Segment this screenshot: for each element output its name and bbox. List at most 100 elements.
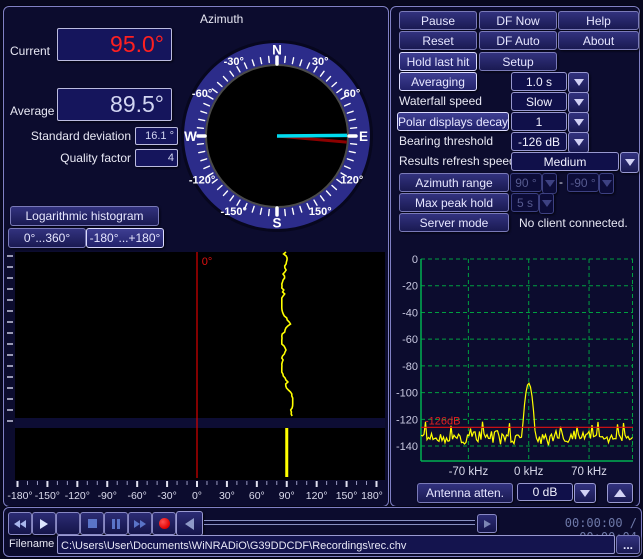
bearing-panel: Current 95.0° Average 89.5° Standard dev… <box>3 6 389 507</box>
chevron-down-icon <box>580 489 590 497</box>
averaging-select[interactable]: 1.0 s <box>511 72 567 91</box>
svg-text:90°: 90° <box>279 490 295 502</box>
range-0-360-button[interactable]: 0°...360° <box>8 228 86 248</box>
svg-text:-120°: -120° <box>65 490 90 502</box>
svg-text:-30°: -30° <box>224 56 244 68</box>
server-mode-button[interactable]: Server mode <box>399 213 509 232</box>
df-auto-button[interactable]: DF Auto <box>479 31 557 50</box>
svg-text:-150°: -150° <box>221 206 247 218</box>
monitor-button[interactable] <box>176 511 203 536</box>
bearing-threshold-label: Bearing threshold <box>399 134 494 148</box>
logarithmic-histogram-button[interactable]: Logarithmic histogram <box>10 206 159 226</box>
svg-text:30°: 30° <box>312 56 329 68</box>
about-button[interactable]: About <box>558 31 639 50</box>
antenna-atten-button[interactable]: Antenna atten. <box>417 483 513 503</box>
svg-text:-40: -40 <box>402 307 418 319</box>
refresh-speed-dropdown-arrow[interactable] <box>620 152 639 173</box>
play-button[interactable] <box>32 512 56 535</box>
azimuth-to-dropdown-arrow[interactable] <box>599 173 614 194</box>
antenna-atten-dropdown-arrow[interactable] <box>574 483 596 503</box>
chevron-down-icon <box>573 119 584 126</box>
svg-text:-20: -20 <box>402 281 418 293</box>
average-bearing-value: 89.5° <box>110 91 164 117</box>
azimuth-from-dropdown-arrow[interactable] <box>542 173 557 194</box>
bearing-threshold-dropdown-arrow[interactable] <box>568 132 589 153</box>
stop-button[interactable] <box>80 512 104 535</box>
max-peak-hold-select[interactable]: 5 s <box>511 193 539 212</box>
svg-text:-140: -140 <box>396 441 418 453</box>
svg-text:150°: 150° <box>309 206 332 218</box>
svg-text:0°: 0° <box>192 490 202 502</box>
svg-text:-120°: -120° <box>189 174 215 186</box>
record-button[interactable] <box>152 512 176 535</box>
df-application-window: Current 95.0° Average 89.5° Standard dev… <box>0 0 643 559</box>
pause-df-button[interactable]: Pause <box>399 11 477 30</box>
waterfall-speed-label: Waterfall speed <box>399 94 482 108</box>
polar-decay-select[interactable]: 1 <box>511 112 567 131</box>
position-slider[interactable] <box>204 520 475 525</box>
std-dev-display: 16.1 ° <box>135 127 178 145</box>
quality-factor-display: 4 <box>135 149 178 167</box>
spectrum-collapse-button[interactable] <box>607 483 633 503</box>
triangle-right-icon <box>483 519 491 528</box>
svg-text:120°: 120° <box>306 490 328 502</box>
filename-field-frame <box>57 535 615 554</box>
quality-factor-value: 4 <box>167 152 174 164</box>
averaging-dropdown-arrow[interactable] <box>568 72 589 93</box>
chevron-down-icon <box>573 139 584 146</box>
waterfall-speed-dropdown-arrow[interactable] <box>568 92 589 113</box>
azimuth-range-to-select[interactable]: -90 ° <box>567 173 599 192</box>
filename-label: Filename <box>9 538 55 550</box>
hold-last-hit-toggle[interactable]: Hold last hit <box>399 52 477 71</box>
refresh-speed-select[interactable]: Medium <box>511 152 619 171</box>
max-peak-hold-button[interactable]: Max peak hold <box>399 193 509 212</box>
svg-text:-100: -100 <box>396 388 418 400</box>
chevron-down-icon <box>624 159 635 166</box>
chevron-down-icon <box>601 180 612 187</box>
antenna-atten-select[interactable]: 0 dB <box>517 483 573 501</box>
compass-dial: N 30° 60° E 120° 150° S -150° -120° W -60° -30° <box>181 40 373 232</box>
reset-button[interactable]: Reset <box>399 31 477 50</box>
fast-forward-button[interactable] <box>128 512 152 535</box>
df-now-button[interactable]: DF Now <box>479 11 557 30</box>
azimuth-title: Azimuth <box>200 12 244 26</box>
polar-decay-toggle[interactable]: Polar displays decay <box>397 112 509 131</box>
play-icon <box>40 518 48 529</box>
slider-end-button[interactable] <box>477 514 497 533</box>
waterfall-speed-select[interactable]: Slow <box>511 92 567 111</box>
current-bearing-display: 95.0° <box>57 28 172 61</box>
spectrum-display: 0 -20 -40 -60 -80 -100 -120 -140 -70 kHz 0 kHz 70 … <box>396 254 633 478</box>
pause-icon <box>112 518 120 529</box>
svg-text:N: N <box>272 43 282 58</box>
svg-text:-150°: -150° <box>35 490 60 502</box>
range-pm180-button[interactable]: -180°...+180° <box>86 228 164 248</box>
azimuth-range-from-select[interactable]: 90 ° <box>510 173 542 192</box>
max-peak-dropdown-arrow[interactable] <box>539 193 554 214</box>
svg-text:E: E <box>359 129 368 144</box>
filename-input[interactable] <box>58 538 612 554</box>
rewind-button[interactable] <box>8 512 32 535</box>
polar-decay-dropdown-arrow[interactable] <box>568 112 589 133</box>
current-label: Current <box>10 44 51 58</box>
unlabeled-button[interactable] <box>56 512 80 535</box>
setup-button[interactable]: Setup <box>479 52 557 71</box>
svg-text:-60°: -60° <box>127 490 146 502</box>
bearing-threshold-select[interactable]: -126 dB <box>511 132 567 151</box>
browse-button[interactable]: ... <box>616 535 640 554</box>
svg-text:W: W <box>184 129 197 144</box>
svg-text:-60°: -60° <box>192 88 212 100</box>
current-bearing-value: 95.0° <box>110 31 164 57</box>
chevron-down-icon <box>573 99 584 106</box>
pause-button[interactable] <box>104 512 128 535</box>
help-button[interactable]: Help <box>558 11 639 30</box>
refresh-speed-label: Results refresh speed <box>399 154 516 168</box>
chevron-down-icon <box>573 79 584 86</box>
azimuth-range-button[interactable]: Azimuth range <box>399 173 509 192</box>
averaging-toggle[interactable]: Averaging <box>399 72 477 91</box>
svg-text:70 kHz: 70 kHz <box>571 466 607 478</box>
control-panel: Pause DF Now Help Reset DF Auto About Ho… <box>390 6 640 507</box>
svg-text:30°: 30° <box>219 490 235 502</box>
chevron-up-icon <box>614 489 626 497</box>
svg-text:60°: 60° <box>249 490 265 502</box>
svg-text:120°: 120° <box>341 174 364 186</box>
